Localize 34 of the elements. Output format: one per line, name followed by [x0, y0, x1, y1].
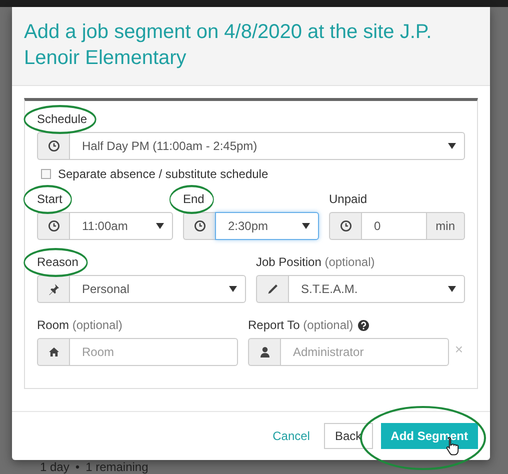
caret-icon	[448, 143, 456, 149]
clock-icon	[48, 220, 60, 232]
caret-icon	[156, 223, 164, 229]
dropdown[interactable]: S.T.E.A.M.	[288, 275, 465, 303]
summary-text: •	[75, 459, 80, 474]
pencil-icon	[266, 283, 278, 295]
unit-label: min	[426, 212, 465, 240]
field-label: Unpaid	[329, 192, 368, 207]
dropdown[interactable]: 2:30pm	[215, 212, 319, 240]
checkbox-label: Separate absence / substitute schedule	[58, 166, 268, 183]
summary-text: 1 remaining	[86, 459, 148, 474]
dropdown[interactable]: 11:00am	[69, 212, 173, 240]
field-label: Report To (optional)	[248, 318, 354, 333]
pin-icon	[48, 283, 60, 295]
field-label: Reason	[37, 255, 78, 270]
user-icon	[258, 346, 270, 358]
caret-icon	[229, 286, 237, 292]
field-label: End	[183, 192, 204, 207]
clock-icon	[340, 220, 352, 232]
checkbox[interactable]	[41, 169, 51, 179]
field-label: Room (optional)	[37, 318, 122, 333]
summary-text: 1 day	[40, 459, 70, 474]
clock-icon	[48, 140, 60, 152]
home-icon	[48, 346, 60, 358]
field-label: Start	[37, 192, 62, 207]
caret-icon	[302, 223, 310, 229]
input-field[interactable]: 0	[361, 212, 427, 240]
modal-title: Add a job segment on 4/8/2020 at the site J.P. Lenoir Elementary	[24, 20, 433, 71]
field-label: Schedule	[37, 112, 88, 127]
clock-icon	[194, 220, 206, 232]
field-label: Job Position (optional)	[256, 255, 375, 270]
dropdown[interactable]: Half Day PM (11:00am - 2:45pm)	[69, 132, 465, 160]
caret-icon	[448, 286, 456, 292]
dropdown[interactable]: Personal	[69, 275, 246, 303]
